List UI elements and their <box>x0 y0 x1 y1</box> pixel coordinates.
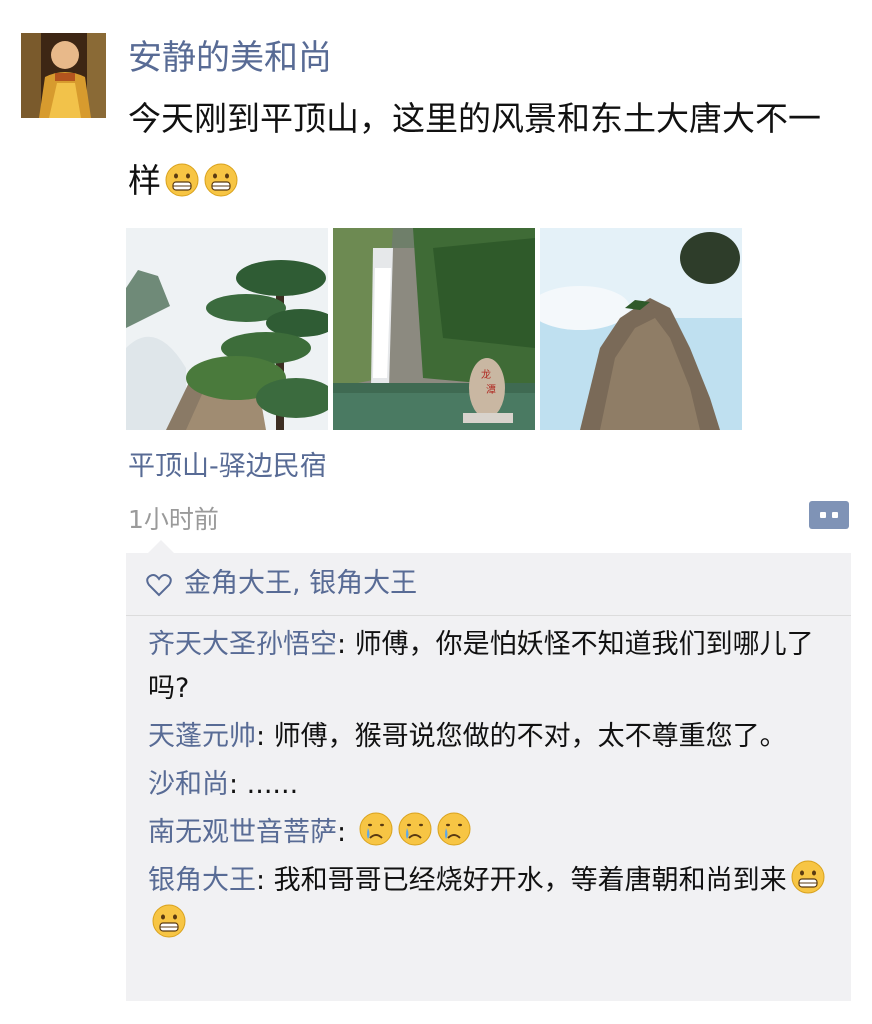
avatar[interactable] <box>21 33 106 118</box>
grin-emoji <box>152 904 186 938</box>
comment-text: : <box>337 817 355 848</box>
likes-row: 金角大王, 银角大王 <box>126 553 851 616</box>
comment-item[interactable]: 天蓬元帅: 师傅，猴哥说您做的不对，太不尊重您了。 <box>148 715 828 759</box>
comment-text: : 师傅，猴哥说您做的不对，太不尊重您了。 <box>256 721 787 752</box>
cry-emoji <box>437 812 471 846</box>
commenter-name[interactable]: 齐天大圣孙悟空 <box>148 629 337 660</box>
svg-text:龙: 龙 <box>481 368 491 381</box>
comment-item[interactable]: 齐天大圣孙悟空: 师傅，你是怕妖怪不知道我们到哪儿了吗? <box>148 623 828 711</box>
comment-text: : ...... <box>229 769 299 800</box>
comments-list: 齐天大圣孙悟空: 师傅，你是怕妖怪不知道我们到哪儿了吗? 天蓬元帅: 师傅，猴哥说… <box>148 623 828 951</box>
post-time: 1小时前 <box>128 505 219 534</box>
svg-text:潭: 潭 <box>486 384 496 396</box>
grin-emoji <box>165 163 199 197</box>
heart-icon <box>146 574 172 597</box>
comment-text: : 我和哥哥已经烧好开水，等着唐朝和尚到来 <box>256 865 787 896</box>
interaction-panel: 金角大王, 银角大王 齐天大圣孙悟空: 师傅，你是怕妖怪不知道我们到哪儿了吗? 天… <box>126 553 851 1001</box>
comment-item[interactable]: 沙和尚: ...... <box>148 763 828 807</box>
comment-item[interactable]: 南无观世音菩萨: <box>148 811 828 855</box>
bubble-arrow <box>148 540 174 553</box>
liker-names[interactable]: 金角大王, 银角大王 <box>184 565 417 603</box>
commenter-name[interactable]: 南无观世音菩萨 <box>148 817 337 848</box>
cry-emoji <box>359 812 393 846</box>
comment-item[interactable]: 银角大王: 我和哥哥已经烧好开水，等着唐朝和尚到来 <box>148 859 828 947</box>
rock-peak-photo[interactable] <box>540 228 742 430</box>
more-dots-icon <box>820 512 826 518</box>
author-name[interactable]: 安静的美和尚 <box>128 36 332 80</box>
post-emojis <box>161 161 239 200</box>
grin-emoji <box>204 163 238 197</box>
pine-tree-cliff-photo[interactable] <box>126 228 328 430</box>
commenter-name[interactable]: 沙和尚 <box>148 769 229 800</box>
waterfall-pool-photo[interactable]: 龙 潭 <box>333 228 535 430</box>
more-dots-icon <box>832 512 838 518</box>
comment-action-button[interactable] <box>809 501 849 529</box>
commenter-name[interactable]: 银角大王 <box>148 865 256 896</box>
commenter-name[interactable]: 天蓬元帅 <box>148 721 256 752</box>
location-link[interactable]: 平顶山-驿边民宿 <box>128 448 327 486</box>
post-text: 今天刚到平顶山，这里的风景和东土大唐大不一样 <box>128 88 848 212</box>
cry-emoji <box>398 812 432 846</box>
grin-emoji <box>791 860 825 894</box>
